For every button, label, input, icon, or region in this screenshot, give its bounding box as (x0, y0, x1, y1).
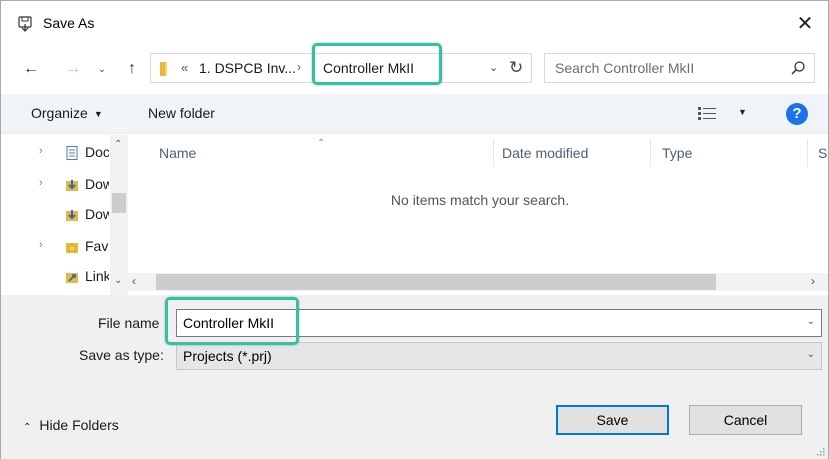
breadcrumb-overflow-icon[interactable]: « (181, 60, 188, 75)
file-name-value: Controller MkII (183, 315, 275, 331)
organize-label: Organize (31, 105, 88, 121)
scroll-down-icon[interactable]: ⌄ (114, 275, 122, 286)
help-icon[interactable]: ? (786, 103, 808, 125)
download-folder-icon (66, 180, 78, 191)
column-header-size[interactable]: Size (818, 145, 828, 161)
search-placeholder: Search Controller MkII (555, 60, 695, 76)
view-dropdown-icon[interactable]: ▼ (738, 107, 747, 117)
links-folder-icon (66, 273, 78, 283)
refresh-icon[interactable]: ↻ (509, 58, 523, 78)
address-dropdown-icon[interactable]: ⌄ (489, 61, 498, 74)
view-options-icon[interactable] (698, 107, 716, 121)
expand-chevron-icon[interactable]: › (39, 145, 43, 157)
breadcrumb-separator-icon[interactable]: › (297, 60, 301, 74)
scroll-left-icon[interactable]: ‹ (132, 274, 136, 288)
empty-list-message: No items match your search. (390, 192, 570, 208)
nav-item-favorites[interactable]: › Favorites (1, 233, 111, 261)
organize-caret-icon: ▼ (93, 109, 103, 119)
file-name-dropdown-icon[interactable]: ⌄ (807, 316, 815, 327)
column-divider[interactable] (807, 139, 808, 167)
scroll-right-icon[interactable]: › (811, 274, 815, 288)
file-list: ⌃ Name Date modified Type Size No items … (128, 135, 828, 295)
expand-chevron-icon[interactable]: › (39, 177, 43, 189)
back-arrow-icon[interactable]: ← (19, 59, 43, 79)
favorites-folder-icon (66, 243, 78, 253)
column-header-date-modified[interactable]: Date modified (502, 145, 588, 161)
search-icon[interactable] (790, 60, 806, 76)
organize-button[interactable]: Organize ▼ (31, 105, 103, 121)
address-row: ← → ⌄ ↑ « 1. DSPCB Inv... › Controller M… (1, 45, 828, 91)
save-as-type-dropdown-icon[interactable]: ⌄ (807, 349, 815, 360)
save-options-panel: File name Controller MkII ⌄ Save as type… (1, 295, 828, 459)
hide-folders-button[interactable]: ⌃ Hide Folders (23, 417, 119, 433)
nav-item-links[interactable]: Links (1, 263, 111, 291)
sort-ascending-icon: ⌃ (317, 138, 326, 149)
document-icon (66, 146, 78, 160)
collapse-caret-icon: ⌃ (23, 422, 32, 433)
file-name-label: File name (98, 315, 160, 331)
nav-item-label: Documents (85, 144, 109, 160)
save-as-type-select[interactable]: Projects (*.prj) ⌄ (176, 342, 822, 370)
recent-locations-chevron-icon[interactable]: ⌄ (95, 59, 109, 79)
nav-item-label: Downloads (85, 176, 109, 192)
file-name-field[interactable]: Controller MkII ⌄ (176, 309, 822, 337)
file-list-horizontal-scrollbar[interactable]: ‹ › (128, 273, 828, 291)
column-divider[interactable] (493, 139, 494, 167)
nav-item-downloads-2[interactable]: Downloads (1, 201, 111, 229)
save-button[interactable]: Save (556, 405, 669, 435)
column-divider[interactable] (650, 139, 651, 167)
folder-icon (160, 62, 167, 76)
cancel-button[interactable]: Cancel (689, 405, 802, 435)
command-toolbar: Organize ▼ New folder ▼ ? (1, 94, 828, 134)
save-dialog-icon (18, 16, 32, 32)
new-folder-button[interactable]: New folder (148, 105, 215, 121)
breadcrumb-current[interactable]: Controller MkII (323, 60, 414, 76)
download-folder-icon (66, 210, 78, 221)
save-as-type-label: Save as type: (79, 347, 164, 363)
close-icon[interactable]: ✕ (782, 1, 828, 45)
forward-arrow-icon[interactable]: → (61, 59, 85, 79)
breadcrumb-parent[interactable]: 1. DSPCB Inv... (199, 60, 296, 76)
scroll-up-icon[interactable]: ⌃ (114, 139, 122, 150)
title-bar: Save As ✕ (1, 1, 828, 45)
resize-grip-icon[interactable] (815, 446, 825, 456)
save-as-dialog: Save As ✕ ← → ⌄ ↑ « 1. DSPCB Inv... › Co… (0, 0, 829, 459)
navigation-pane: › Documents › Downloads Downloads › (1, 135, 128, 295)
nav-item-downloads[interactable]: › Downloads (1, 171, 111, 199)
column-header-type[interactable]: Type (662, 145, 692, 161)
nav-item-label: Downloads (85, 206, 109, 222)
scrollbar-thumb[interactable] (112, 193, 126, 213)
address-bar[interactable]: « 1. DSPCB Inv... › Controller MkII ⌄ ↻ (150, 53, 532, 83)
up-arrow-icon[interactable]: ↑ (121, 59, 143, 79)
scrollbar-thumb[interactable] (156, 274, 716, 290)
nav-item-label: Links (85, 268, 109, 284)
column-header-name[interactable]: Name (159, 145, 196, 161)
nav-item-documents[interactable]: › Documents (1, 139, 111, 167)
search-input[interactable]: Search Controller MkII (544, 53, 815, 83)
expand-chevron-icon[interactable]: › (39, 239, 43, 251)
save-as-type-value: Projects (*.prj) (183, 348, 272, 364)
hide-folders-label: Hide Folders (39, 417, 119, 433)
nav-item-label: Favorites (85, 238, 109, 254)
window-title: Save As (43, 15, 95, 31)
nav-pane-scrollbar[interactable]: ⌃ ⌄ (110, 135, 128, 295)
